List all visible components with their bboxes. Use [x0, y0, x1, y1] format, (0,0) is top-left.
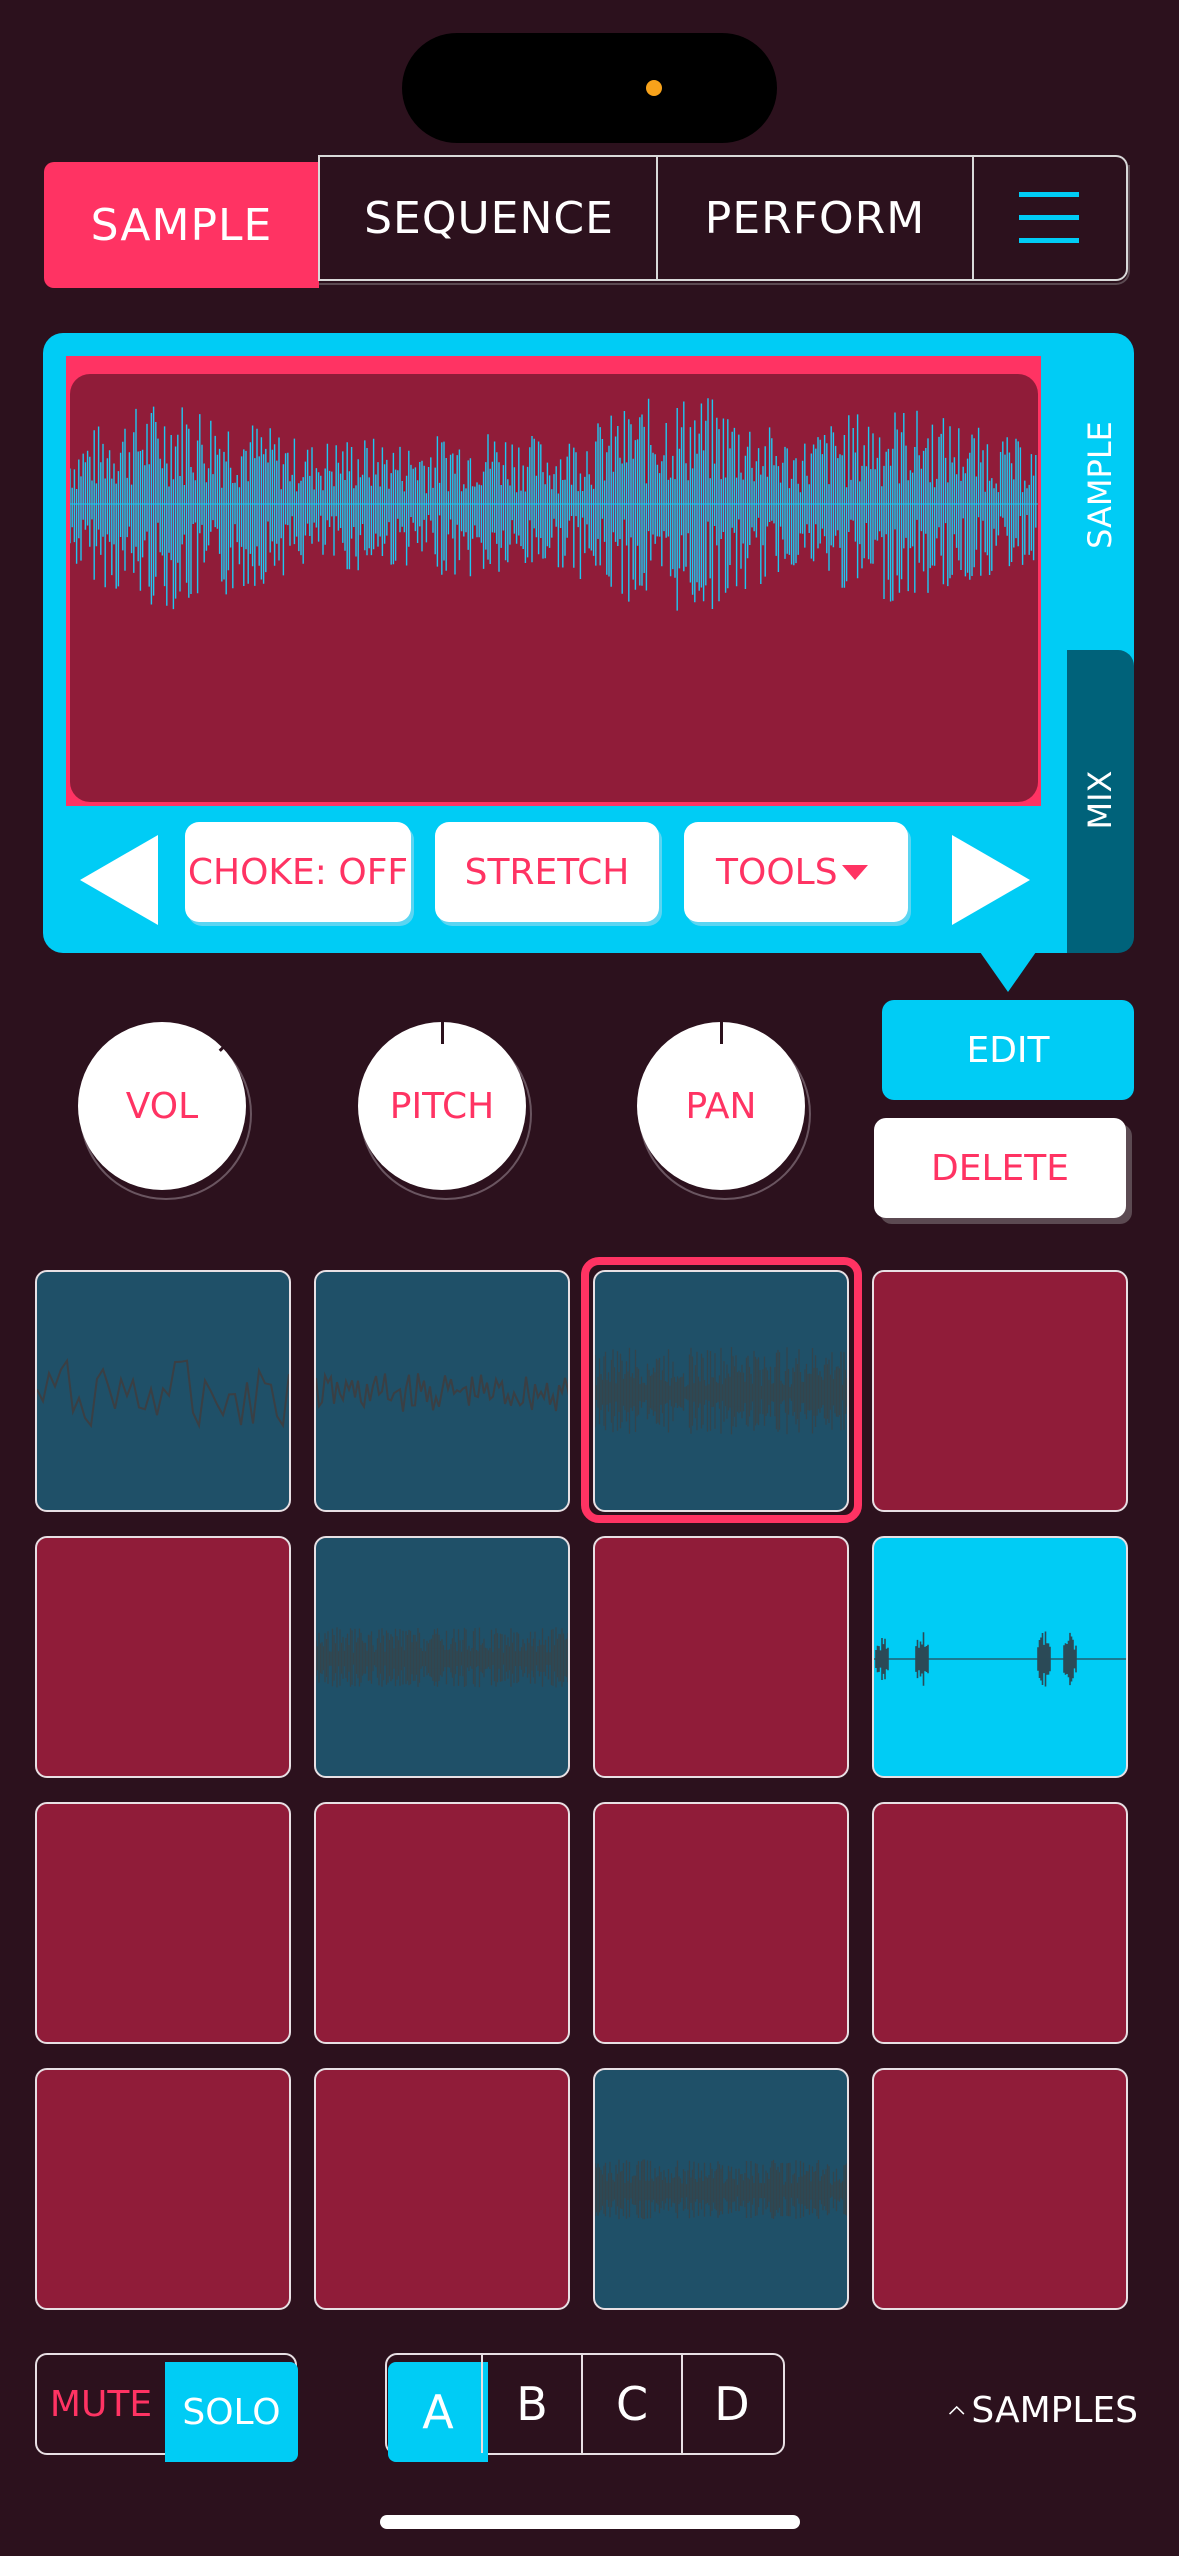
side-tab-sample[interactable]: SAMPLE — [1070, 421, 1130, 549]
vol-knob-label: VOL — [125, 1085, 199, 1127]
pad-15[interactable] — [593, 2068, 849, 2310]
pad-2[interactable] — [314, 1270, 570, 1512]
side-tab-mix-label: MIX — [1081, 770, 1119, 830]
pad-13[interactable] — [35, 2068, 291, 2310]
pad-7[interactable] — [593, 1536, 849, 1778]
pan-knob-label: PAN — [685, 1085, 757, 1127]
edit-button[interactable]: EDIT — [882, 1000, 1134, 1100]
choke-button[interactable]: CHOKE: OFF — [185, 822, 411, 922]
pad-waveform — [595, 1347, 847, 1435]
bank-c-button[interactable]: C — [581, 2355, 681, 2453]
bank-d-button[interactable]: D — [681, 2355, 781, 2453]
mute-button[interactable]: MUTE — [37, 2355, 165, 2453]
tab-sequence[interactable]: SEQUENCE — [318, 155, 658, 281]
pad-11[interactable] — [593, 1802, 849, 2044]
samples-label: SAMPLES — [971, 2389, 1138, 2431]
tab-perform[interactable]: PERFORM — [656, 155, 974, 281]
delete-button[interactable]: DELETE — [874, 1118, 1126, 1218]
tools-label: TOOLS — [716, 851, 838, 893]
menu-button[interactable] — [972, 155, 1128, 281]
stretch-button[interactable]: STRETCH — [435, 822, 659, 922]
pad-16[interactable] — [872, 2068, 1128, 2310]
waveform-graphic — [70, 398, 1038, 611]
tab-sample[interactable]: SAMPLE — [44, 162, 319, 288]
pad-8[interactable] — [872, 1536, 1128, 1778]
pad-14[interactable] — [314, 2068, 570, 2310]
dynamic-island — [402, 33, 777, 143]
solo-button[interactable]: SOLO — [165, 2362, 298, 2462]
pad-1[interactable] — [35, 1270, 291, 1512]
pad-waveform — [37, 1357, 289, 1430]
pad-12[interactable] — [872, 1802, 1128, 2044]
chevron-up-icon — [948, 2405, 965, 2415]
pitch-knob[interactable]: PITCH — [358, 1022, 526, 1190]
pad-waveform — [595, 2159, 847, 2220]
waveform-display[interactable] — [70, 374, 1038, 802]
vol-knob-indicator — [218, 1034, 237, 1052]
pad-waveform — [874, 1631, 1126, 1687]
pan-knob[interactable]: PAN — [637, 1022, 805, 1190]
next-sample-button[interactable] — [952, 835, 1030, 925]
pad-waveform — [316, 1371, 568, 1412]
pad-3[interactable] — [593, 1270, 849, 1512]
bank-a-button[interactable]: A — [388, 2362, 488, 2462]
bank-b-button[interactable]: B — [481, 2355, 581, 2453]
previous-sample-button[interactable] — [80, 835, 158, 925]
pad-6[interactable] — [314, 1536, 570, 1778]
pad-4[interactable] — [872, 1270, 1128, 1512]
pan-knob-indicator — [720, 1022, 723, 1044]
pitch-knob-label: PITCH — [389, 1085, 495, 1127]
samples-drawer-toggle[interactable]: SAMPLES — [948, 2380, 1138, 2440]
privacy-indicator-dot — [646, 80, 662, 96]
panel-pointer — [980, 952, 1036, 992]
hamburger-menu-icon — [1019, 192, 1079, 243]
pad-5[interactable] — [35, 1536, 291, 1778]
home-indicator — [380, 2515, 800, 2529]
pitch-knob-indicator — [441, 1022, 444, 1044]
caret-down-icon — [842, 865, 868, 880]
pad-waveform — [316, 1627, 568, 1688]
pad-10[interactable] — [314, 1802, 570, 2044]
pad-9[interactable] — [35, 1802, 291, 2044]
tools-dropdown[interactable]: TOOLS — [684, 822, 908, 922]
